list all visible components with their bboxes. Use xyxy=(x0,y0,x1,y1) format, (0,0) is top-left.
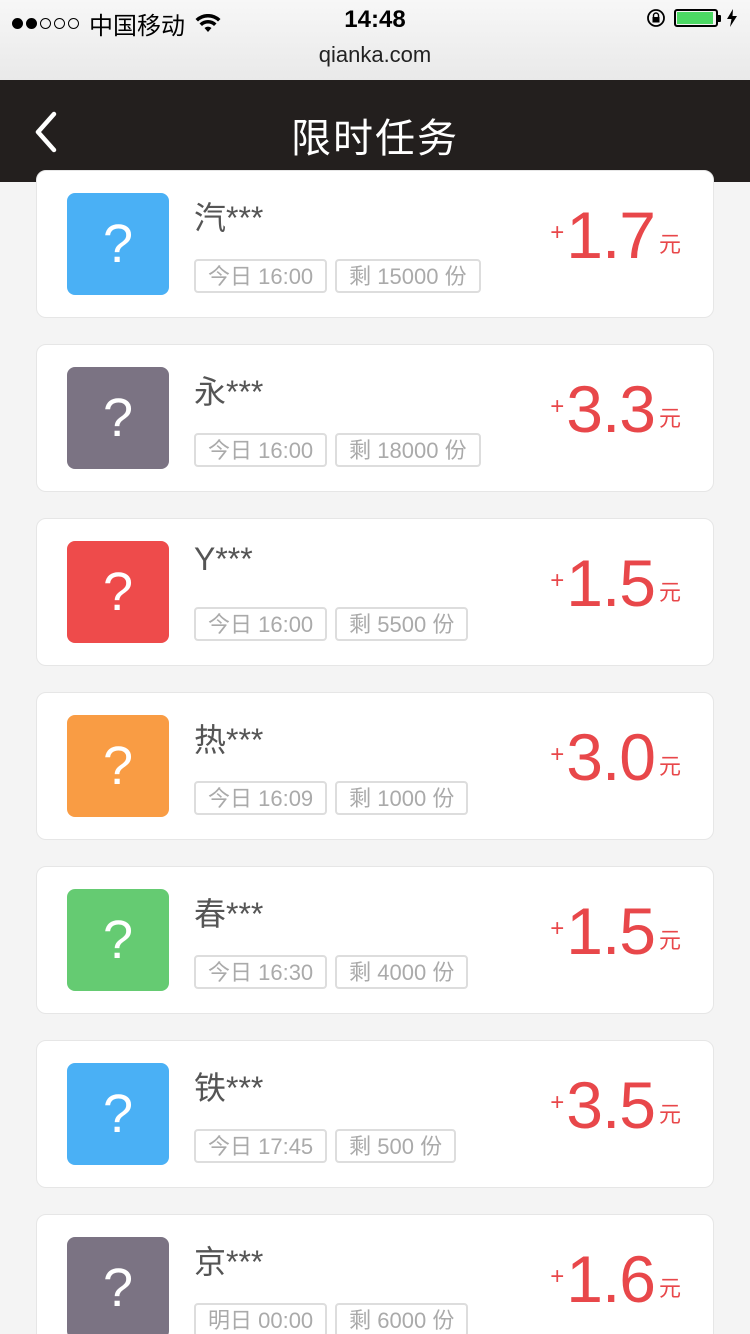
time-tag: 今日 16:00 xyxy=(194,433,328,467)
time-tag: 明日 00:00 xyxy=(194,1303,328,1334)
remaining-tag: 剩 5500 份 xyxy=(335,607,469,641)
battery-icon xyxy=(674,9,721,27)
reward-plus: + xyxy=(550,915,565,942)
remaining-tag: 剩 500 份 xyxy=(335,1129,457,1163)
reward-amount: + 1.7 元 xyxy=(550,199,681,271)
task-card[interactable]: ? 春*** 今日 16:30 剩 4000 份 + 1.5 元 xyxy=(36,866,714,1014)
reward-unit: 元 xyxy=(658,580,681,605)
reward-value: 3.5 xyxy=(566,1068,656,1142)
remaining-tag: 剩 18000 份 xyxy=(335,433,481,467)
task-name: 热*** xyxy=(194,722,264,758)
reward-value: 1.7 xyxy=(566,198,656,272)
reward-amount: + 3.3 元 xyxy=(550,373,681,445)
task-card[interactable]: ? 永*** 今日 16:00 剩 18000 份 + 3.3 元 xyxy=(36,344,714,492)
reward-value: 1.5 xyxy=(566,546,656,620)
reward-amount: + 3.0 元 xyxy=(550,721,681,793)
task-tags: 今日 16:30 剩 4000 份 xyxy=(194,955,469,989)
reward-plus: + xyxy=(550,567,565,594)
time-tag: 今日 16:30 xyxy=(194,955,328,989)
remaining-tag: 剩 4000 份 xyxy=(335,955,469,989)
task-name: 永*** xyxy=(194,374,264,410)
reward-unit: 元 xyxy=(658,928,681,953)
reward-plus: + xyxy=(550,1263,565,1290)
remaining-tag: 剩 1000 份 xyxy=(335,781,469,815)
question-mark-icon: ? xyxy=(102,1258,134,1318)
app-icon: ? xyxy=(67,193,169,295)
app-icon: ? xyxy=(67,715,169,817)
task-name: 铁*** xyxy=(194,1070,264,1106)
question-mark-icon: ? xyxy=(102,214,134,274)
time-tag: 今日 16:00 xyxy=(194,607,328,641)
screen: 中国移动 14:48 qianka.com 限时任务 ? 汽*** 今日 16:… xyxy=(0,0,750,1334)
time-tag: 今日 16:09 xyxy=(194,781,328,815)
task-tags: 今日 17:45 剩 500 份 xyxy=(194,1129,457,1163)
task-tags: 今日 16:00 剩 15000 份 xyxy=(194,259,481,293)
reward-amount: + 1.5 元 xyxy=(550,547,681,619)
status-right xyxy=(646,8,738,28)
reward-amount: + 3.5 元 xyxy=(550,1069,681,1141)
app-icon: ? xyxy=(67,367,169,469)
time-tag: 今日 17:45 xyxy=(194,1129,328,1163)
reward-value: 3.0 xyxy=(566,720,656,794)
reward-unit: 元 xyxy=(658,406,681,431)
task-name: 京*** xyxy=(194,1244,264,1280)
clock: 14:48 xyxy=(344,6,406,33)
time-tag: 今日 16:00 xyxy=(194,259,328,293)
reward-unit: 元 xyxy=(658,754,681,779)
reward-unit: 元 xyxy=(658,232,681,257)
reward-unit: 元 xyxy=(658,1276,681,1301)
question-mark-icon: ? xyxy=(102,1084,134,1144)
reward-amount: + 1.5 元 xyxy=(550,895,681,967)
page-title: 限时任务 xyxy=(291,117,459,161)
task-name: Y*** xyxy=(194,541,253,577)
reward-unit: 元 xyxy=(658,1102,681,1127)
task-card[interactable]: ? 汽*** 今日 16:00 剩 15000 份 + 1.7 元 xyxy=(36,170,714,318)
reward-plus: + xyxy=(550,1089,565,1116)
reward-plus: + xyxy=(550,219,565,246)
task-card[interactable]: ? 京*** 明日 00:00 剩 6000 份 + 1.6 元 xyxy=(36,1214,714,1334)
reward-amount: + 1.6 元 xyxy=(550,1243,681,1315)
task-name: 汽*** xyxy=(194,200,264,236)
task-tags: 今日 16:09 剩 1000 份 xyxy=(194,781,469,815)
nav-bar: 限时任务 xyxy=(0,80,750,182)
rotation-lock-icon xyxy=(647,9,665,27)
url-bar[interactable]: qianka.com xyxy=(0,42,750,68)
app-icon: ? xyxy=(67,1237,169,1334)
reward-plus: + xyxy=(550,393,565,420)
task-tags: 明日 00:00 剩 6000 份 xyxy=(194,1303,469,1334)
question-mark-icon: ? xyxy=(102,910,134,970)
task-tags: 今日 16:00 剩 18000 份 xyxy=(194,433,481,467)
question-mark-icon: ? xyxy=(102,562,134,622)
question-mark-icon: ? xyxy=(102,736,134,796)
task-card[interactable]: ? 热*** 今日 16:09 剩 1000 份 + 3.0 元 xyxy=(36,692,714,840)
app-icon: ? xyxy=(67,1063,169,1165)
reward-value: 1.6 xyxy=(566,1242,656,1316)
task-tags: 今日 16:00 剩 5500 份 xyxy=(194,607,469,641)
task-card[interactable]: ? Y*** 今日 16:00 剩 5500 份 + 1.5 元 xyxy=(36,518,714,666)
reward-value: 3.3 xyxy=(566,372,656,446)
reward-plus: + xyxy=(550,741,565,768)
app-icon: ? xyxy=(67,541,169,643)
task-name: 春*** xyxy=(194,896,264,932)
remaining-tag: 剩 6000 份 xyxy=(335,1303,469,1334)
charging-bolt-icon xyxy=(727,9,737,27)
task-card[interactable]: ? 铁*** 今日 17:45 剩 500 份 + 3.5 元 xyxy=(36,1040,714,1188)
app-icon: ? xyxy=(67,889,169,991)
remaining-tag: 剩 15000 份 xyxy=(335,259,481,293)
question-mark-icon: ? xyxy=(102,388,134,448)
reward-value: 1.5 xyxy=(566,894,656,968)
status-bar: 中国移动 14:48 qianka.com xyxy=(0,0,750,80)
